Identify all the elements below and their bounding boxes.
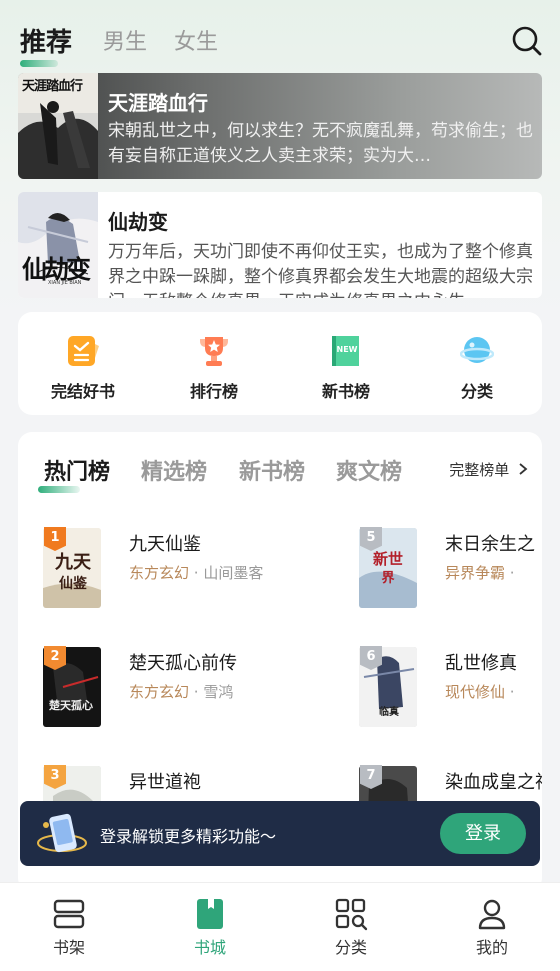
- svg-text:仙鉴: 仙鉴: [59, 575, 88, 592]
- rank-tab-cool[interactable]: 爽文榜: [336, 454, 402, 486]
- svg-text:NEW: NEW: [337, 345, 358, 354]
- nav-label: 我的: [475, 938, 508, 957]
- quick-entry-label: 排行榜: [189, 382, 238, 401]
- quick-entry-label: 完结好书: [50, 382, 115, 401]
- nav-label: 分类: [334, 938, 367, 957]
- featured-title: 天涯踏血行: [108, 91, 208, 115]
- search-icon[interactable]: [510, 24, 544, 58]
- tab-male[interactable]: 男生: [103, 24, 147, 56]
- rank-book-meta: 现代修仙 ·: [445, 683, 515, 701]
- svg-text:新世: 新世: [373, 550, 403, 568]
- svg-text:楚天孤心: 楚天孤心: [49, 698, 93, 712]
- quick-entry-newbook[interactable]: NEW 新书榜: [291, 334, 401, 402]
- rank-book-title: 染血成皇之神: [445, 772, 542, 793]
- profile-icon: [475, 897, 509, 931]
- svg-text:临真: 临真: [379, 705, 399, 718]
- nav-bookshelf[interactable]: 书架: [29, 897, 109, 958]
- quick-entry-category[interactable]: 分类: [422, 334, 532, 402]
- finished-book-icon: [66, 334, 100, 368]
- bookshelf-icon: [52, 897, 86, 931]
- full-rank-link[interactable]: 完整榜单: [449, 459, 528, 480]
- quick-entry-ranking[interactable]: 排行榜: [159, 334, 269, 402]
- featured-title: 仙劫变: [108, 210, 168, 234]
- cover-title: 天涯踏血行: [22, 79, 83, 94]
- nav-label: 书城: [193, 938, 226, 957]
- featured-book-1[interactable]: 天涯踏血行 天涯踏血行 宋朝乱世之中，何以求生？无不疯魔乱舞，苟求偷生；也有妄自…: [18, 73, 542, 179]
- login-banner[interactable]: 登录解锁更多精彩功能～ 登录: [20, 801, 540, 866]
- new-book-icon: NEW: [329, 334, 363, 368]
- book-cover: 天涯踏血行: [18, 73, 98, 179]
- tab-female[interactable]: 女生: [174, 24, 218, 56]
- rank-book-title: 末日余生之: [445, 534, 535, 555]
- cover-subtitle: XIAN JIE BIAN: [48, 280, 82, 286]
- nav-profile[interactable]: 我的: [452, 897, 532, 958]
- quick-entry-panel: 完结好书 排行榜 NEW 新书榜 分类: [18, 312, 542, 415]
- svg-text:界: 界: [381, 570, 394, 586]
- login-button[interactable]: 登录: [440, 813, 526, 854]
- rank-book-meta: 东方玄幻 · 雪鸿: [129, 683, 234, 701]
- bottom-nav: 书架 书城 分类 我的: [0, 882, 560, 971]
- book-author: 雪鸿: [203, 683, 234, 701]
- rank-book-title: 乱世修真: [445, 653, 517, 674]
- quick-entry-label: 分类: [460, 382, 493, 401]
- book-genre: 东方玄幻: [129, 564, 190, 582]
- book-genre: 异界争霸: [445, 564, 506, 582]
- featured-desc: 宋朝乱世之中，何以求生？无不疯魔乱舞，苟求偷生；也有妄自称正道侠义之人卖主求荣；…: [108, 121, 533, 166]
- trophy-icon: [197, 334, 231, 368]
- phone-promo-icon: [36, 811, 88, 861]
- rank-book-meta: 异界争霸 ·: [445, 564, 515, 582]
- rank-book-title: 异世道袍: [129, 772, 201, 793]
- rank-book-meta: 东方玄幻 · 山间墨客: [129, 564, 264, 582]
- nav-bookstore[interactable]: 书城: [170, 897, 250, 958]
- full-rank-label: 完整榜单: [449, 461, 510, 479]
- svg-text:九天: 九天: [54, 552, 92, 573]
- featured-desc: 万万年后，天功门即使不再仰仗王实，也成为了整个修真界之中跺一跺脚，整个修真界都会…: [108, 242, 533, 298]
- rank-book-title: 楚天孤心前传: [129, 653, 237, 674]
- featured-book-2[interactable]: 仙劫变 XIAN JIE BIAN 仙劫变 万万年后，天功门即使不再仰仗王实，也…: [18, 192, 542, 298]
- rank-tab-hot[interactable]: 热门榜: [37, 454, 110, 493]
- category-grid-icon: [334, 897, 368, 931]
- quick-entry-label: 新书榜: [321, 382, 370, 401]
- book-genre: 东方玄幻: [129, 683, 190, 701]
- category-planet-icon: [459, 334, 495, 368]
- nav-category[interactable]: 分类: [311, 897, 391, 958]
- book-cover: 仙劫变 XIAN JIE BIAN: [18, 192, 98, 298]
- tab-recommend[interactable]: 推荐: [20, 22, 72, 67]
- rank-book-title: 九天仙鉴: [129, 534, 201, 555]
- rank-tab-new[interactable]: 新书榜: [239, 454, 305, 486]
- login-banner-text: 登录解锁更多精彩功能～: [100, 827, 277, 846]
- bookstore-icon: [193, 897, 227, 931]
- nav-label: 书架: [52, 938, 85, 957]
- chevron-right-icon: [518, 462, 528, 480]
- book-genre: 现代修仙: [445, 683, 506, 701]
- rank-tab-selected[interactable]: 精选榜: [141, 454, 207, 486]
- quick-entry-finished[interactable]: 完结好书: [28, 334, 138, 402]
- top-tab-bar: 推荐 男生 女生: [0, 0, 560, 70]
- book-author: 山间墨客: [203, 564, 264, 582]
